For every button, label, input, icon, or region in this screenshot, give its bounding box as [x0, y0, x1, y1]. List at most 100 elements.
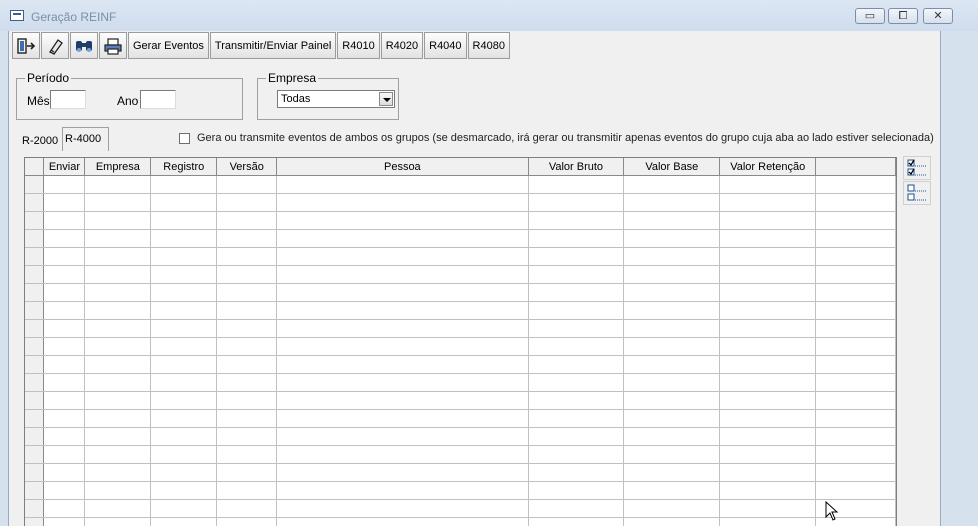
table-cell[interactable] [815, 229, 896, 248]
table-cell[interactable] [43, 301, 86, 320]
table-cell[interactable] [623, 283, 721, 302]
ambos-grupos-checkbox[interactable] [179, 133, 190, 144]
table-cell[interactable] [815, 247, 896, 266]
table-cell[interactable] [150, 517, 218, 526]
table-cell[interactable] [623, 265, 721, 284]
table-cell[interactable] [719, 337, 817, 356]
table-cell[interactable] [276, 193, 529, 212]
table-row[interactable] [25, 247, 896, 266]
table-cell[interactable] [150, 373, 218, 392]
table-cell[interactable] [216, 481, 278, 500]
table-cell[interactable] [216, 229, 278, 248]
table-row[interactable] [25, 175, 896, 194]
table-cell[interactable] [150, 355, 218, 374]
chevron-down-icon[interactable] [379, 92, 393, 106]
table-cell[interactable] [719, 391, 817, 410]
table-cell[interactable] [719, 265, 817, 284]
table-cell[interactable] [276, 427, 529, 446]
tab-r4000[interactable]: R-4000 [62, 127, 109, 151]
table-cell[interactable] [84, 337, 152, 356]
table-cell[interactable] [815, 355, 896, 374]
table-cell[interactable] [719, 427, 817, 446]
table-cell[interactable] [528, 193, 625, 212]
table-cell[interactable] [719, 229, 817, 248]
column-header-valor-retencao[interactable]: Valor Retenção [719, 158, 817, 176]
table-cell[interactable] [276, 319, 529, 338]
table-cell[interactable] [43, 427, 86, 446]
table-cell[interactable] [623, 463, 721, 482]
table-cell[interactable] [216, 247, 278, 266]
table-cell[interactable] [84, 355, 152, 374]
table-cell[interactable] [43, 373, 86, 392]
table-cell[interactable] [719, 373, 817, 392]
table-cell[interactable] [84, 301, 152, 320]
table-cell[interactable] [276, 373, 529, 392]
table-row[interactable] [25, 337, 896, 356]
table-cell[interactable] [84, 517, 152, 526]
table-cell[interactable] [43, 175, 86, 194]
gerar-eventos-button[interactable]: Gerar Eventos [128, 32, 209, 59]
table-cell[interactable] [84, 211, 152, 230]
r4010-button[interactable]: R4010 [337, 32, 380, 59]
table-cell[interactable] [276, 247, 529, 266]
table-cell[interactable] [216, 211, 278, 230]
table-row[interactable] [25, 391, 896, 410]
table-cell[interactable] [216, 499, 278, 518]
table-cell[interactable] [623, 337, 721, 356]
table-cell[interactable] [276, 481, 529, 500]
column-header-versao[interactable]: Versão [216, 158, 278, 176]
table-cell[interactable] [528, 373, 625, 392]
table-cell[interactable] [815, 409, 896, 428]
table-cell[interactable] [216, 265, 278, 284]
table-cell[interactable] [719, 409, 817, 428]
table-cell[interactable] [43, 391, 86, 410]
table-cell[interactable] [84, 445, 152, 464]
column-header-valor-bruto[interactable]: Valor Bruto [528, 158, 625, 176]
uncheck-all-button[interactable] [903, 181, 931, 205]
table-cell[interactable] [528, 301, 625, 320]
events-grid[interactable]: Enviar Empresa Registro Versão Pessoa Va… [24, 157, 897, 526]
table-cell[interactable] [150, 319, 218, 338]
table-cell[interactable] [528, 427, 625, 446]
table-cell[interactable] [43, 517, 86, 526]
table-cell[interactable] [43, 265, 86, 284]
table-cell[interactable] [216, 463, 278, 482]
table-cell[interactable] [528, 481, 625, 500]
minimize-button[interactable]: ▭ [855, 8, 885, 24]
table-row[interactable] [25, 517, 896, 526]
table-cell[interactable] [150, 391, 218, 410]
table-cell[interactable] [276, 175, 529, 194]
table-cell[interactable] [150, 445, 218, 464]
table-cell[interactable] [43, 337, 86, 356]
table-row[interactable] [25, 427, 896, 446]
table-cell[interactable] [815, 445, 896, 464]
table-cell[interactable] [815, 463, 896, 482]
table-row[interactable] [25, 319, 896, 338]
table-cell[interactable] [216, 427, 278, 446]
table-cell[interactable] [150, 175, 218, 194]
table-cell[interactable] [216, 517, 278, 526]
table-cell[interactable] [623, 355, 721, 374]
table-cell[interactable] [719, 463, 817, 482]
table-cell[interactable] [623, 229, 721, 248]
table-cell[interactable] [43, 211, 86, 230]
table-cell[interactable] [528, 355, 625, 374]
table-cell[interactable] [528, 517, 625, 526]
table-cell[interactable] [150, 463, 218, 482]
table-cell[interactable] [276, 391, 529, 410]
table-cell[interactable] [623, 391, 721, 410]
table-row[interactable] [25, 265, 896, 284]
table-cell[interactable] [623, 445, 721, 464]
table-cell[interactable] [43, 193, 86, 212]
table-cell[interactable] [84, 229, 152, 248]
table-cell[interactable] [815, 211, 896, 230]
table-cell[interactable] [528, 175, 625, 194]
table-cell[interactable] [528, 319, 625, 338]
table-cell[interactable] [623, 319, 721, 338]
table-cell[interactable] [528, 391, 625, 410]
table-cell[interactable] [84, 319, 152, 338]
table-cell[interactable] [276, 211, 529, 230]
table-cell[interactable] [84, 427, 152, 446]
r4020-button[interactable]: R4020 [380, 32, 424, 59]
table-cell[interactable] [528, 247, 625, 266]
